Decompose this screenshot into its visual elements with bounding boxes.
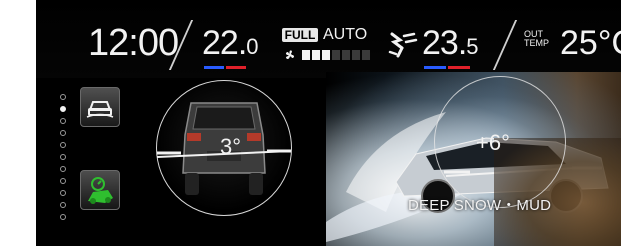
clock: 12:00 xyxy=(88,22,179,64)
terrain-panel: 3° +6° DEEP SNOW・MUD xyxy=(36,72,621,246)
fan-icon xyxy=(285,50,295,60)
terrain-mode-caption: DEEP SNOW・MUD xyxy=(408,197,552,214)
divider xyxy=(492,20,518,70)
fan-speed-bar xyxy=(362,50,370,60)
fan-speed-bar xyxy=(352,50,360,60)
fan-speed-bar xyxy=(332,50,340,60)
roll-angle-value: 3° xyxy=(220,134,242,159)
fan-speed-bar xyxy=(312,50,320,60)
passenger-temperature[interactable]: 23.5 xyxy=(422,24,479,63)
passenger-temp-cold-bar xyxy=(424,66,446,69)
fan-speed-bar xyxy=(302,50,310,60)
x-mode-button[interactable] xyxy=(80,170,120,210)
mode-indicator-dot xyxy=(60,142,66,148)
terrain-mode-button[interactable] xyxy=(80,87,120,127)
mode-indicator-dot xyxy=(60,214,66,220)
mode-indicator-dot xyxy=(60,166,66,172)
x-mode-green-icon xyxy=(88,177,113,204)
mode-indicator-dot xyxy=(60,118,66,124)
driver-temp-int: 22. xyxy=(202,24,247,62)
mode-indicator-dot xyxy=(60,202,66,208)
fan-speed-bar xyxy=(342,50,350,60)
mode-indicator-dot xyxy=(60,130,66,136)
infotainment-display: 12:00 22.0 FULL AUTO 23.5 OUT TEMP 25° 3… xyxy=(36,0,621,246)
climate-mode-label: AUTO xyxy=(323,26,368,43)
passenger-temp-decimal: 5 xyxy=(466,34,478,59)
driver-temperature[interactable]: 22.0 xyxy=(202,24,259,63)
climate-status-bar: 12:00 22.0 FULL AUTO 23.5 OUT TEMP 25° xyxy=(36,0,621,78)
car-terrain-icon xyxy=(86,101,114,118)
mode-indicator-dot xyxy=(60,154,66,160)
mode-indicator-dot xyxy=(60,178,66,184)
mode-indicator-dot xyxy=(60,94,66,100)
passenger-temp-hot-bar xyxy=(448,66,470,69)
outside-temp-value: 25°C xyxy=(560,24,621,62)
outside-temp-label: OUT TEMP xyxy=(524,30,549,48)
mode-indicator-dot xyxy=(60,190,66,196)
pitch-angle-value: +6° xyxy=(476,130,510,155)
driver-temp-cold-bar xyxy=(204,66,224,69)
passenger-temp-int: 23. xyxy=(422,24,467,62)
airflow-icon[interactable] xyxy=(386,30,420,58)
full-badge: FULL xyxy=(282,28,318,42)
mode-indicator-dot xyxy=(60,106,66,112)
driver-temp-hot-bar xyxy=(226,66,246,69)
driver-temp-decimal: 0 xyxy=(246,34,258,59)
fan-speed-bar xyxy=(322,50,330,60)
mode-page-indicator xyxy=(60,94,70,226)
outside-temp-label-line2: TEMP xyxy=(524,38,550,48)
fan-speed-bars[interactable] xyxy=(302,50,370,60)
